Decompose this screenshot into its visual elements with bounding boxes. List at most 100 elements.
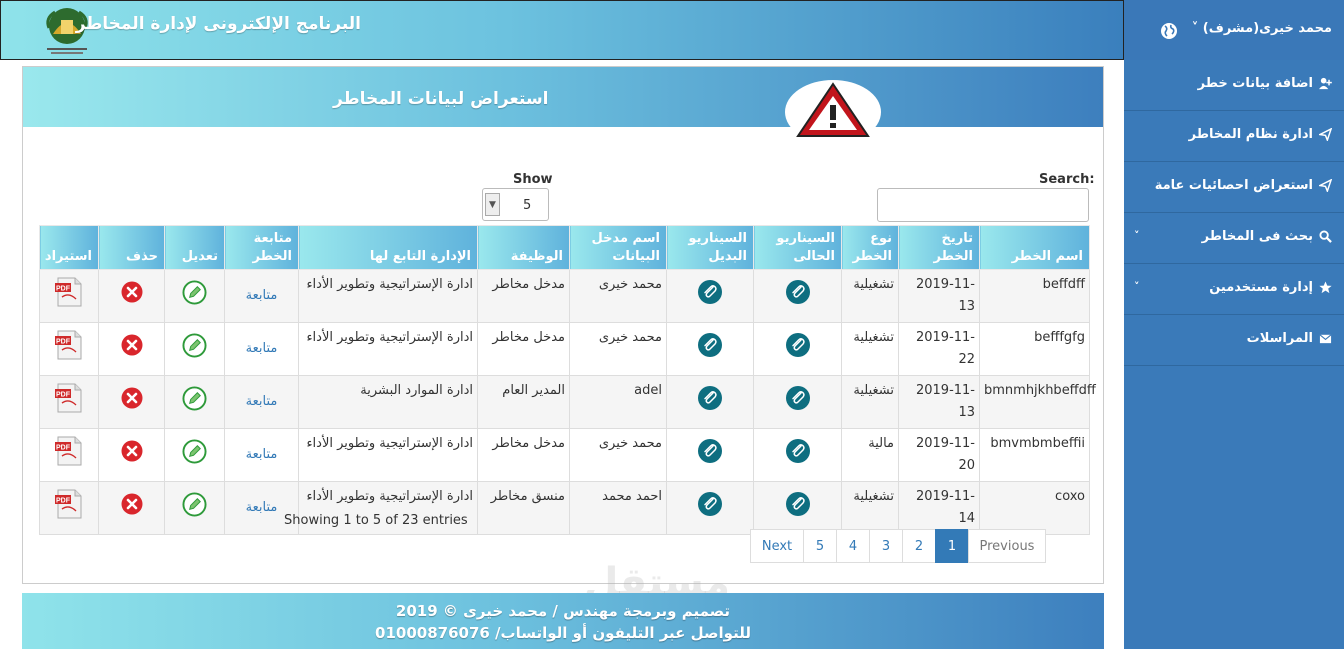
paperclip-icon[interactable]	[698, 439, 722, 467]
risk-date-cell: 2019-11-14	[898, 481, 980, 535]
follow-link[interactable]: متابعة	[246, 288, 278, 303]
delete-icon[interactable]	[121, 387, 143, 409]
follow-link[interactable]: متابعة	[246, 500, 278, 515]
department-cell: ادارة الإستراتيجية وتطوير الأداء	[298, 322, 478, 376]
job-cell: مدخل مخاطر	[477, 269, 570, 323]
page-4-button[interactable]: 4	[836, 529, 870, 563]
top-bar: البرنامج الإلكترونى لإدارة المخاطر محمد …	[0, 0, 1344, 60]
follow-link[interactable]: متابعة	[246, 341, 278, 356]
risk-name-cell: befffgfg	[979, 322, 1090, 376]
risk-date-cell: 2019-11-22	[898, 322, 980, 376]
previous-page-button[interactable]: Previous	[968, 529, 1046, 563]
edit-icon[interactable]	[182, 332, 207, 358]
search-input[interactable]	[877, 188, 1089, 222]
search-icon	[1319, 230, 1332, 243]
delete-icon[interactable]	[121, 493, 143, 515]
svg-text:PDF: PDF	[56, 286, 71, 293]
column-header[interactable]: متابعة الخطر	[224, 225, 299, 270]
footer-credits: تصميم وبرمجة مهندس / محمد خيرى © 2019	[395, 602, 731, 620]
column-header[interactable]: تعديل	[164, 225, 225, 270]
show-entries-select[interactable]: ▼ 5	[482, 188, 549, 221]
pagination: Next 5 4 3 2 1 Previous	[750, 529, 1046, 563]
next-page-button[interactable]: Next	[750, 529, 804, 563]
delete-icon[interactable]	[121, 281, 143, 303]
paperclip-icon[interactable]	[698, 333, 722, 361]
import-cell: PDF	[39, 428, 99, 482]
pdf-icon[interactable]: PDF	[53, 436, 85, 466]
paperclip-icon[interactable]	[698, 386, 722, 414]
table-row: bmvmbmbeffii 2019-11-20 مالية محمد خيرى مدخل…	[39, 428, 1090, 482]
sidebar-item-label: بحث فى المخاطر	[1201, 229, 1313, 244]
column-header[interactable]: اسم الخطر	[979, 225, 1090, 270]
alt-scenario-cell	[666, 269, 754, 323]
risk-type-cell: تشغيلية	[841, 322, 899, 376]
paperclip-icon[interactable]	[785, 280, 810, 308]
send-icon	[1319, 179, 1332, 192]
pdf-icon[interactable]: PDF	[53, 330, 85, 360]
risk-list-panel: استعراض لبيانات المخاطر Show ▼ 5 Search:…	[22, 66, 1104, 584]
column-header[interactable]: السيناريو الحالى	[753, 225, 842, 270]
follow-cell: متابعة	[224, 322, 299, 376]
edit-icon[interactable]	[182, 385, 207, 411]
column-header[interactable]: السيناريو البديل	[666, 225, 754, 270]
delete-cell	[98, 269, 165, 323]
search-label: Search:	[1039, 172, 1095, 187]
entered-by-cell: محمد خيرى	[569, 322, 667, 376]
page-5-button[interactable]: 5	[803, 529, 837, 563]
sidebar-item-search-risks[interactable]: ˅ بحث فى المخاطر	[1124, 213, 1344, 264]
sidebar-item-user-management[interactable]: ˅ إدارة مستخدمين	[1124, 264, 1344, 315]
job-cell: مدخل مخاطر	[477, 428, 570, 482]
paperclip-icon[interactable]	[698, 280, 722, 308]
pdf-icon[interactable]: PDF	[53, 489, 85, 519]
pdf-icon[interactable]: PDF	[53, 383, 85, 413]
page-2-button[interactable]: 2	[902, 529, 936, 563]
alt-scenario-cell	[666, 375, 754, 429]
import-cell: PDF	[39, 322, 99, 376]
current-scenario-cell	[753, 428, 842, 482]
svg-text:PDF: PDF	[56, 498, 71, 505]
edit-icon[interactable]	[182, 491, 207, 517]
delete-icon[interactable]	[121, 334, 143, 356]
user-area: محمد خيرى(مشرف) ˅	[1124, 0, 1344, 60]
page-3-button[interactable]: 3	[869, 529, 903, 563]
chevron-down-icon: ▼	[485, 193, 500, 216]
paperclip-icon[interactable]	[785, 492, 810, 520]
column-header[interactable]: اسم مدخل البيانات	[569, 225, 667, 270]
follow-link[interactable]: متابعة	[246, 394, 278, 409]
column-header[interactable]: حذف	[98, 225, 165, 270]
svg-text:PDF: PDF	[56, 392, 71, 399]
column-header[interactable]: الإدارة التابع لها	[298, 225, 478, 270]
paperclip-icon[interactable]	[785, 386, 810, 414]
globe-icon[interactable]	[1160, 22, 1178, 40]
paperclip-icon[interactable]	[698, 492, 722, 520]
sidebar-item-statistics[interactable]: استعراض احصائيات عامة	[1124, 162, 1344, 213]
current-scenario-cell	[753, 269, 842, 323]
page-1-button[interactable]: 1	[935, 529, 969, 563]
edit-icon[interactable]	[182, 438, 207, 464]
risk-type-cell: مالية	[841, 428, 899, 482]
import-cell: PDF	[39, 375, 99, 429]
column-header[interactable]: تاريخ الخطر	[898, 225, 980, 270]
job-cell: منسق مخاطر	[477, 481, 570, 535]
sidebar-item-messages[interactable]: المراسلات	[1124, 315, 1344, 366]
alt-scenario-cell	[666, 322, 754, 376]
paperclip-icon[interactable]	[785, 333, 810, 361]
edit-cell	[164, 428, 225, 482]
edit-cell	[164, 322, 225, 376]
column-header[interactable]: نوع الخطر	[841, 225, 899, 270]
column-header[interactable]: الوظيفة	[477, 225, 570, 270]
follow-cell: متابعة	[224, 428, 299, 482]
sidebar-item-risk-system[interactable]: ادارة نظام المخاطر	[1124, 111, 1344, 162]
follow-link[interactable]: متابعة	[246, 447, 278, 462]
department-cell: ادارة الإستراتيجية وتطوير الأداء	[298, 269, 478, 323]
column-header[interactable]: استيراد	[39, 225, 99, 270]
import-cell: PDF	[39, 269, 99, 323]
paperclip-icon[interactable]	[785, 439, 810, 467]
chevron-down-icon: ˅	[1134, 280, 1140, 293]
sidebar-item-label: استعراض احصائيات عامة	[1154, 178, 1313, 193]
user-menu-dropdown[interactable]: محمد خيرى(مشرف) ˅	[1192, 21, 1332, 36]
delete-icon[interactable]	[121, 440, 143, 462]
sidebar-item-add-risk[interactable]: اضافة بيانات خطر	[1124, 60, 1344, 111]
pdf-icon[interactable]: PDF	[53, 277, 85, 307]
edit-icon[interactable]	[182, 279, 207, 305]
